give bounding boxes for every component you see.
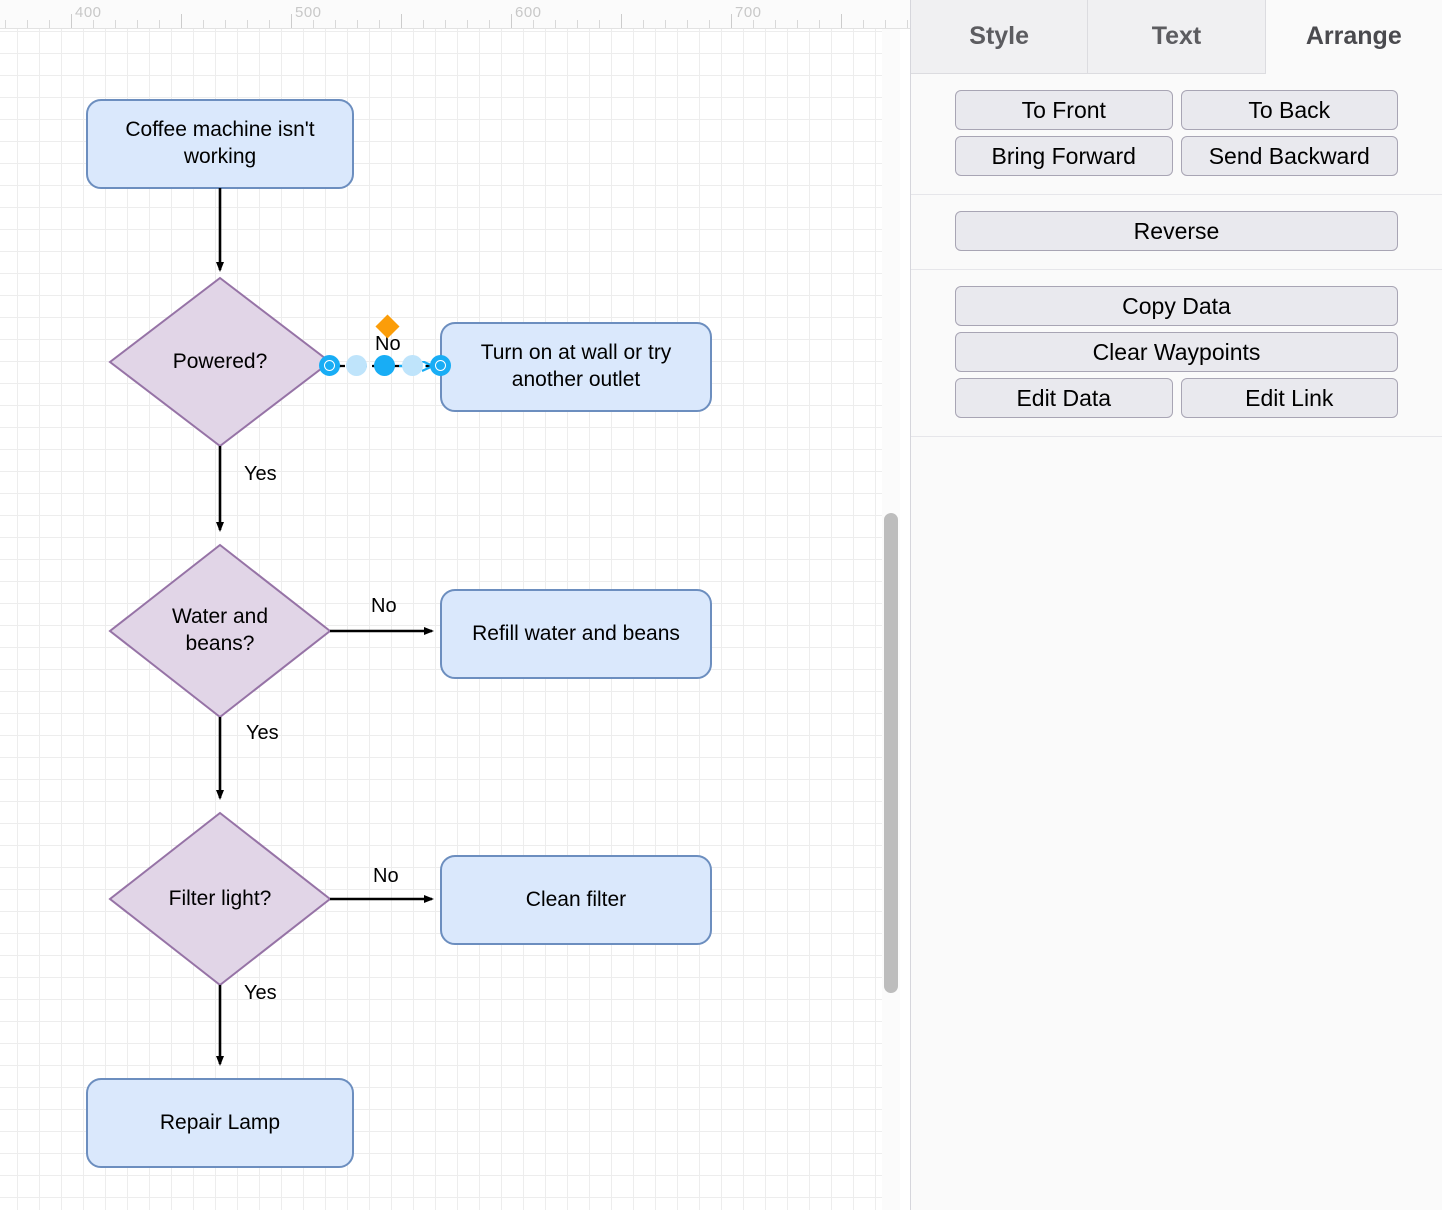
ruler-label: 700 bbox=[735, 4, 762, 21]
edge-label-powered-yes: Yes bbox=[244, 463, 277, 486]
reverse-button[interactable]: Reverse bbox=[955, 211, 1398, 251]
diagram-graphics bbox=[0, 0, 910, 1210]
bring-forward-button[interactable]: Bring Forward bbox=[955, 136, 1173, 176]
ruler-tick bbox=[247, 20, 248, 28]
ruler-tick bbox=[379, 20, 380, 28]
edge-target-endpoint-handle[interactable] bbox=[430, 355, 451, 376]
ruler-tick bbox=[313, 20, 314, 28]
ruler-tick bbox=[291, 14, 292, 28]
node-turn-on-shape bbox=[441, 323, 711, 411]
ruler-tick bbox=[335, 20, 336, 28]
ruler-tick bbox=[445, 20, 446, 28]
ruler-tick bbox=[159, 20, 160, 28]
copy-data-button[interactable]: Copy Data bbox=[955, 286, 1398, 326]
ruler-tick bbox=[269, 20, 270, 28]
edge-virtual-waypoint-handle-right[interactable] bbox=[402, 355, 423, 376]
to-back-button[interactable]: To Back bbox=[1181, 90, 1399, 130]
order-row-1: To Front To Back bbox=[955, 90, 1398, 130]
ruler-tick bbox=[423, 20, 424, 28]
diagram-canvas[interactable]: Coffee machine isn't working Powered? Tu… bbox=[0, 0, 910, 1210]
ruler-tick bbox=[599, 20, 600, 28]
clear-waypoints-button[interactable]: Clear Waypoints bbox=[955, 332, 1398, 372]
tab-text[interactable]: Text bbox=[1088, 0, 1265, 74]
ruler-tick bbox=[181, 14, 182, 28]
ruler-tick bbox=[797, 20, 798, 28]
edge-label-handle-diamond-icon[interactable] bbox=[379, 318, 396, 335]
ruler-tick bbox=[357, 20, 358, 28]
format-panel-tabs: Style Text Arrange bbox=[911, 0, 1442, 74]
node-water-beans-shape bbox=[110, 545, 330, 717]
arrange-order-section: To Front To Back Bring Forward Send Back… bbox=[911, 74, 1442, 195]
ruler-tick bbox=[137, 20, 138, 28]
ruler-tick bbox=[841, 14, 842, 28]
ruler-tick bbox=[401, 14, 402, 28]
ruler-tick bbox=[511, 14, 512, 28]
ruler-tick bbox=[819, 20, 820, 28]
edge-label-water-no: No bbox=[371, 595, 397, 618]
edge-source-endpoint-handle[interactable] bbox=[319, 355, 340, 376]
to-front-button[interactable]: To Front bbox=[955, 90, 1173, 130]
node-powered-shape bbox=[110, 278, 330, 446]
ruler-tick bbox=[93, 20, 94, 28]
direction-row-1: Reverse bbox=[955, 211, 1398, 251]
edge-label-filter-no: No bbox=[373, 865, 399, 888]
canvas-right-gutter bbox=[900, 0, 910, 1210]
edge-virtual-waypoint-handle-left[interactable] bbox=[346, 355, 367, 376]
ruler-label: 600 bbox=[515, 4, 542, 21]
ruler-tick bbox=[115, 20, 116, 28]
ruler-tick bbox=[621, 14, 622, 28]
panel-empty-area bbox=[911, 437, 1442, 449]
ruler-tick bbox=[49, 20, 50, 28]
node-start-shape bbox=[87, 100, 353, 188]
ruler-tick bbox=[643, 20, 644, 28]
ruler-tick bbox=[907, 20, 908, 28]
order-row-2: Bring Forward Send Backward bbox=[955, 136, 1398, 176]
format-panel: Style Text Arrange To Front To Back Brin… bbox=[910, 0, 1442, 1210]
ruler-tick bbox=[863, 20, 864, 28]
ruler-tick bbox=[555, 20, 556, 28]
send-backward-button[interactable]: Send Backward bbox=[1181, 136, 1399, 176]
ruler-tick bbox=[709, 20, 710, 28]
edit-data-button[interactable]: Edit Data bbox=[955, 378, 1173, 418]
data-row-2: Clear Waypoints bbox=[955, 332, 1398, 372]
ruler-tick bbox=[27, 20, 28, 28]
ruler-tick bbox=[203, 20, 204, 28]
horizontal-ruler[interactable]: 400 500 600 700 bbox=[0, 0, 910, 29]
ruler-tick bbox=[71, 14, 72, 28]
edit-link-button[interactable]: Edit Link bbox=[1181, 378, 1399, 418]
ruler-tick bbox=[577, 20, 578, 28]
arrange-direction-section: Reverse bbox=[911, 195, 1442, 270]
ruler-tick bbox=[467, 20, 468, 28]
ruler-tick bbox=[687, 20, 688, 28]
ruler-tick bbox=[5, 20, 6, 28]
ruler-tick bbox=[885, 20, 886, 28]
ruler-tick bbox=[753, 20, 754, 28]
tab-style[interactable]: Style bbox=[911, 0, 1088, 74]
vertical-scrollbar-thumb[interactable] bbox=[884, 513, 898, 993]
ruler-tick bbox=[225, 20, 226, 28]
ruler-tick bbox=[489, 20, 490, 28]
arrange-data-section: Copy Data Clear Waypoints Edit Data Edit… bbox=[911, 270, 1442, 437]
ruler-tick bbox=[665, 20, 666, 28]
data-row-3: Edit Data Edit Link bbox=[955, 378, 1398, 418]
node-filter-light-shape bbox=[110, 813, 330, 985]
edge-label-water-yes: Yes bbox=[246, 722, 279, 745]
node-clean-filter-shape bbox=[441, 856, 711, 944]
app-window: Coffee machine isn't working Powered? Tu… bbox=[0, 0, 1442, 1210]
node-repair-lamp-shape bbox=[87, 1079, 353, 1167]
ruler-tick bbox=[533, 20, 534, 28]
ruler-label: 400 bbox=[75, 4, 102, 21]
edge-waypoint-handle[interactable] bbox=[374, 355, 395, 376]
node-refill-shape bbox=[441, 590, 711, 678]
data-row-1: Copy Data bbox=[955, 286, 1398, 326]
ruler-label: 500 bbox=[295, 4, 322, 21]
ruler-tick bbox=[775, 20, 776, 28]
edge-label-filter-yes: Yes bbox=[244, 982, 277, 1005]
ruler-tick bbox=[731, 14, 732, 28]
tab-arrange[interactable]: Arrange bbox=[1266, 0, 1442, 74]
